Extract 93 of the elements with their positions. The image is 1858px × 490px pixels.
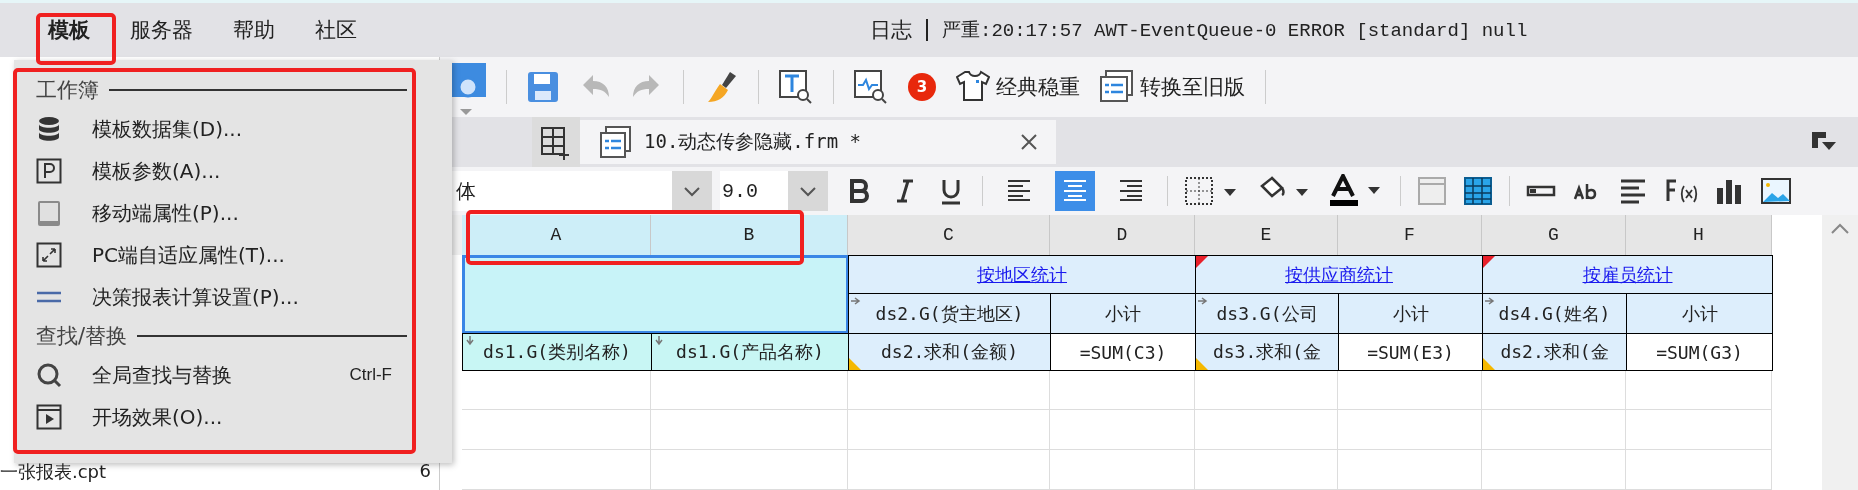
log-label[interactable]: 日志 [870, 16, 912, 44]
empty-cell[interactable] [651, 450, 848, 490]
column-header[interactable]: F [1338, 215, 1482, 255]
menu-section-title: 工作簿 [36, 77, 99, 104]
menu-section-title: 查找/替换 [36, 323, 128, 350]
toolbar-button[interactable]: 经典稳重 [956, 70, 1080, 104]
menu-item[interactable]: 开场效果(O)... [36, 396, 452, 438]
table-icon[interactable] [1463, 176, 1493, 206]
merge-cells-icon[interactable] [1417, 176, 1447, 206]
table-cell[interactable]: 按供应商统计 [1195, 255, 1483, 294]
table-cell[interactable]: ds3.求和(金 [1195, 333, 1339, 371]
log-message: 严重:20:17:57 AWT-EventQueue-0 ERROR [standard] null [942, 19, 1528, 43]
align-center-icon[interactable] [1055, 171, 1095, 211]
image-icon[interactable] [1760, 176, 1792, 206]
group-link[interactable]: 按雇员统计 [1582, 262, 1673, 287]
menu-title[interactable]: 帮助 [233, 12, 275, 48]
menu-item[interactable]: 模板数据集(D)... [36, 108, 452, 150]
table-cell[interactable]: ds1.G(类别名称) [462, 333, 652, 371]
group-link[interactable]: 按地区统计 [977, 262, 1067, 287]
empty-cell[interactable] [1050, 370, 1195, 410]
empty-cell[interactable] [462, 450, 651, 490]
chart-search-icon[interactable] [854, 70, 888, 104]
table-cell[interactable]: 按地区统计 [848, 255, 1196, 294]
empty-cell[interactable] [1482, 370, 1626, 410]
table-cell[interactable]: ds2.G(货主地区) [848, 293, 1051, 334]
table-cell[interactable]: ds3.G(公司 [1195, 293, 1339, 334]
notification-badge[interactable]: 3 [908, 73, 936, 101]
toolbar-button[interactable]: 转换至旧版 [1100, 70, 1245, 104]
table-cell[interactable]: ds4.G(姓名) [1482, 293, 1627, 334]
group-link[interactable]: 按供应商统计 [1285, 262, 1393, 287]
table-cell[interactable]: ds2.求和(金额) [848, 333, 1051, 371]
parameter-icon [36, 157, 62, 185]
save-icon[interactable] [527, 71, 559, 103]
empty-cell[interactable] [1626, 370, 1772, 410]
database-icon [36, 115, 62, 143]
empty-cell[interactable] [462, 410, 651, 450]
empty-cell[interactable] [1338, 410, 1482, 450]
table-cell[interactable]: ds1.G(产品名称) [651, 333, 849, 371]
shirt-icon [956, 70, 990, 104]
empty-cell[interactable] [1338, 450, 1482, 490]
empty-cell[interactable] [848, 410, 1050, 450]
empty-cell[interactable] [1482, 410, 1626, 450]
search-icon [36, 361, 62, 389]
selected-cell-range[interactable] [462, 255, 849, 334]
menu-title[interactable]: 社区 [315, 12, 357, 48]
column-header[interactable]: A [462, 215, 651, 255]
form-icon [600, 126, 632, 158]
empty-cell[interactable] [1482, 450, 1626, 490]
empty-cell[interactable] [462, 370, 651, 410]
empty-cell[interactable] [1050, 450, 1195, 490]
column-header[interactable]: C [848, 215, 1050, 255]
table-cell[interactable]: ds2.求和(金 [1482, 333, 1627, 371]
file-name[interactable]: 一张报表.cpt [0, 460, 107, 484]
empty-cell[interactable] [848, 450, 1050, 490]
empty-cell[interactable] [1626, 450, 1772, 490]
vertical-scrollbar[interactable] [1822, 215, 1858, 490]
table-cell[interactable]: 小计 [1626, 293, 1773, 334]
play-icon [36, 403, 62, 431]
menu-title[interactable]: 服务器 [130, 12, 193, 48]
form-icon [1100, 70, 1134, 104]
menu-item[interactable]: 决策报表计算设置(P)... [36, 276, 452, 318]
column-header[interactable]: H [1626, 215, 1772, 255]
close-icon[interactable] [1020, 133, 1038, 151]
empty-cell[interactable] [1626, 410, 1772, 450]
add-sheet-icon[interactable] [532, 117, 580, 167]
column-header[interactable]: G [1482, 215, 1626, 255]
text-search-icon[interactable] [779, 70, 813, 104]
document-tab[interactable]: 10.动态传参隐藏.frm * [580, 120, 1056, 164]
empty-cell[interactable] [651, 410, 848, 450]
font-size-dropdown[interactable]: 9.0 [720, 171, 828, 211]
menu-item[interactable]: PC端自适应属性(T)... [36, 234, 452, 276]
empty-cell[interactable] [1195, 370, 1338, 410]
chevron-down-icon [672, 171, 712, 211]
empty-cell[interactable] [1338, 370, 1482, 410]
empty-cell[interactable] [848, 370, 1050, 410]
menu-item[interactable]: 全局查找与替换 Ctrl-F [36, 354, 452, 396]
empty-cell[interactable] [1050, 410, 1195, 450]
file-count: 6 [419, 460, 431, 483]
menu-title[interactable]: 模板 [48, 12, 90, 48]
tablet-icon [36, 199, 62, 227]
column-header[interactable]: E [1195, 215, 1338, 255]
column-header[interactable]: D [1050, 215, 1195, 255]
table-cell[interactable]: =SUM(G3) [1626, 333, 1773, 371]
column-header[interactable]: B [651, 215, 848, 255]
chevron-up-icon[interactable] [1830, 221, 1850, 235]
table-cell[interactable]: 按雇员统计 [1482, 255, 1773, 294]
resize-arrows-icon [36, 241, 62, 269]
table-cell[interactable]: 小计 [1050, 293, 1196, 334]
chevron-down-icon [788, 171, 828, 211]
empty-cell[interactable] [651, 370, 848, 410]
table-cell[interactable]: 小计 [1338, 293, 1483, 334]
empty-cell[interactable] [1195, 450, 1338, 490]
empty-cell[interactable] [1195, 410, 1338, 450]
